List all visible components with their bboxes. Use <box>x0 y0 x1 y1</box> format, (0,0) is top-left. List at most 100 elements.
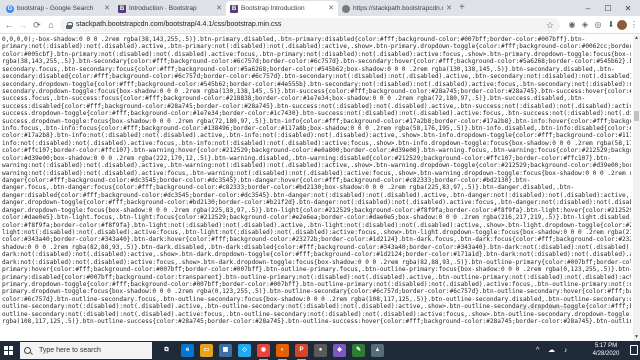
extension-icon[interactable]: ◉ <box>566 19 578 31</box>
tab-strip: G bootstrap - Google Search ✕ B Introduc… <box>0 0 640 16</box>
close-tab-icon[interactable]: ✕ <box>216 5 222 13</box>
app-icon[interactable]: ◆ <box>333 344 346 357</box>
store-icon[interactable]: ▦ <box>219 344 232 357</box>
firefox-icon[interactable]: ◐ <box>276 344 289 360</box>
forward-button[interactable]: → <box>17 19 29 31</box>
profile-avatar[interactable] <box>617 20 627 30</box>
css-source-view: 0,0,0,0);-box-shadow:0 0 0 .2rem rgba(38… <box>0 35 633 341</box>
css-text-line: danger:disabled{color:#fff;background-co… <box>2 191 631 199</box>
css-text-line: success.dropdown-toggle:focus{box-shadow… <box>2 117 631 125</box>
css-text-line: color:#dae0e5}.btn-light.focus,.btn-ligh… <box>2 214 631 222</box>
taskbar-search-box[interactable]: Type here to search <box>20 342 152 359</box>
tab-title: Bootstrap Introduction <box>241 4 305 12</box>
close-tab-icon[interactable]: ✕ <box>446 5 452 13</box>
tab-bootstrap-introduction[interactable]: B Bootstrap Introduction ✕ <box>226 1 338 16</box>
css-text-line: success:disabled{color:#fff;background-c… <box>2 102 631 110</box>
css-text-line: color:#d39e00;box-shadow:0 0 0 .2rem rgb… <box>2 154 612 162</box>
onedrive-icon[interactable]: ☁ <box>548 346 555 355</box>
close-tab-icon[interactable]: ✕ <box>328 5 334 13</box>
globe-icon <box>342 4 350 13</box>
css-text-line: light:not(:disabled):not(.disabled).acti… <box>2 228 631 236</box>
task-view-icon[interactable]: ⧉ <box>160 344 173 357</box>
css-text-line: shadow:0 0 0 .2rem rgba(82,88,93,.5)}.bt… <box>2 243 631 251</box>
css-text-line: secondary.dropdown-toggle:focus{box-shad… <box>2 87 631 95</box>
file-explorer-icon[interactable]: ▭ <box>200 344 213 357</box>
css-text-line: info.focus,.btn-info:focus{color:#fff;ba… <box>2 125 631 133</box>
css-text-line: danger.focus,.btn-danger:focus{color:#ff… <box>2 184 575 192</box>
reload-button[interactable]: ⟳ <box>31 19 43 31</box>
css-text-line: color:#6c757d}.btn-outline-secondary.foc… <box>2 295 631 303</box>
scrollbar-thumb[interactable] <box>634 111 639 121</box>
css-text-line: warning:not(:disabled):not(.disabled).ac… <box>2 162 631 170</box>
css-text-line: color:#005cbf}.btn-primary:not(:disabled… <box>2 50 631 58</box>
css-text-line: color:#ffc107;border-color:#ffc107}.btn-… <box>2 147 631 155</box>
tab-title: bootstrap - Google Search <box>17 4 94 12</box>
css-text-line: success.focus,.btn-success:focus{color:#… <box>2 95 586 103</box>
app-icon[interactable]: ● <box>314 344 327 357</box>
activate-windows-watermark: Activate Windows <box>520 305 576 312</box>
css-text-line: color:#17a2b8}.btn-info:not(:disabled):n… <box>2 132 631 140</box>
volume-icon[interactable]: ♪ <box>564 346 568 355</box>
css-text-line: primary:disabled{color:#007bff;backgroun… <box>2 273 631 281</box>
google-icon: G <box>6 4 14 13</box>
tab-title: Introduction · Bootstrap <box>129 4 197 12</box>
vscode-icon[interactable]: ◇ <box>238 344 251 357</box>
close-tab-icon[interactable]: ✕ <box>104 5 110 13</box>
css-text-line: primary.dropdown-toggle{color:#fff;backg… <box>2 280 631 288</box>
scroll-up-icon[interactable]: ▲ <box>633 35 640 42</box>
bootstrap-icon: B <box>118 4 126 13</box>
vertical-scrollbar[interactable]: ▲ ▼ <box>633 35 640 341</box>
close-window-button[interactable]: ✕ <box>618 0 638 16</box>
css-text-line: primary:hover{color:#fff;background-colo… <box>2 266 631 274</box>
tab-google-search[interactable]: G bootstrap - Google Search ✕ <box>2 1 114 16</box>
address-bar[interactable]: stackpath.bootstrapcdn.com/bootstrap/4.4… <box>60 18 560 32</box>
css-text-line: primary.dropdown-toggle:focus{box-shadow… <box>2 288 631 296</box>
css-text-line: info:not(:disabled):not(.disabled).activ… <box>2 139 631 147</box>
css-text-line: color:#343a40;border-color:#343a40}.btn-… <box>2 236 631 244</box>
css-text-line: warning:not(:disabled):not(.disabled).ac… <box>2 169 631 177</box>
extension-icon[interactable]: ◎ <box>592 19 604 31</box>
windows-taskbar: Type here to search ⧉ e ▭ ▦ ◇ ◉ ◐ P ● ◆ ✎ ▲ ^ ☁ ♪ 5… <box>0 341 640 360</box>
back-button[interactable]: ← <box>3 19 15 31</box>
url-text[interactable]: stackpath.bootstrapcdn.com/bootstrap/4.4… <box>76 20 281 30</box>
maximize-button[interactable]: ☐ <box>598 0 618 16</box>
search-placeholder: Type here to search <box>39 347 101 354</box>
clock-date: 4/28/2020 <box>592 350 620 357</box>
css-text-line: rgba(38,143,255,.5)}.btn-secondary{color… <box>2 58 631 66</box>
clock-time: 5:17 PM <box>594 343 618 349</box>
search-icon <box>24 347 31 354</box>
css-text-line: rgba(108,117,125,.5)}.btn-outline-succes… <box>2 318 631 326</box>
css-text-line: secondary:disabled{color:#fff;background… <box>2 73 631 81</box>
scroll-down-icon[interactable]: ▼ <box>633 334 640 341</box>
css-text-line: success.dropdown-toggle{color:#fff;backg… <box>2 110 631 118</box>
css-text-line: danger.dropdown-toggle:focus{box-shadow:… <box>2 206 631 214</box>
lock-icon[interactable] <box>66 21 73 29</box>
css-text-line: danger.dropdown-toggle{color:#fff;backgr… <box>2 199 631 207</box>
tab-stackpath-css[interactable]: https://stackpath.bootstrapcdn.c ✕ <box>338 1 456 16</box>
css-text-line: color:#f8f9fa;border-color:#f8f9fa}.btn-… <box>2 221 631 229</box>
tab-title: https://stackpath.bootstrapcdn.c <box>353 4 444 12</box>
app-icon[interactable]: ✎ <box>352 344 365 357</box>
css-text-line: dark:not(:disabled):not(.disabled):activ… <box>2 251 631 259</box>
bootstrap-icon: B <box>230 4 238 13</box>
home-button[interactable]: ⌂ <box>45 19 57 31</box>
menu-kebab-icon[interactable]: ⋮ <box>628 19 640 31</box>
minimize-button[interactable]: – <box>578 0 598 16</box>
powerpoint-icon[interactable]: P <box>295 344 308 360</box>
css-text-line: 0,0,0,0);-box-shadow:0 0 0 .2rem rgba(38… <box>2 36 586 43</box>
taskbar-clock[interactable]: 5:17 PM 4/28/2020 <box>584 343 628 358</box>
notification-icon[interactable] <box>630 345 638 355</box>
app-icon[interactable]: ▲ <box>371 344 384 357</box>
tray-overflow-icon[interactable]: ^ <box>536 346 539 355</box>
css-text-line: danger{color:#fff;background-color:#dc35… <box>2 177 531 185</box>
chrome-icon[interactable]: ◉ <box>257 344 270 360</box>
extension-icon[interactable]: ◈ <box>579 19 591 31</box>
edge-icon[interactable]: e <box>181 344 194 357</box>
new-tab-button[interactable]: + <box>459 2 465 14</box>
bookmark-star-icon[interactable]: ☆ <box>546 19 554 31</box>
css-text-line: secondary.dropdown-toggle{color:#fff;bac… <box>2 80 631 88</box>
css-text-line: secondary.focus,.btn-secondary:focus{col… <box>2 65 615 73</box>
windows-start-icon[interactable] <box>4 346 14 356</box>
download-icon[interactable]: ⬇ <box>605 19 617 31</box>
tab-introduction-bootstrap[interactable]: B Introduction · Bootstrap ✕ <box>114 1 226 16</box>
